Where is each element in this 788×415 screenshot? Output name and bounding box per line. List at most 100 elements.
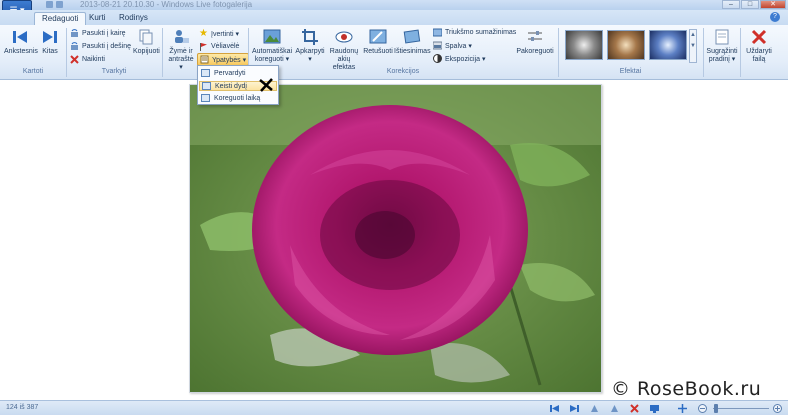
delete-icon[interactable]: [630, 404, 639, 413]
eye-icon: [335, 31, 353, 43]
copy-label: Kopijuoti: [133, 48, 160, 55]
zoom-slider-thumb[interactable]: [714, 404, 718, 413]
effect-preview-bw: [566, 31, 602, 59]
next-photo-icon[interactable]: [570, 404, 579, 413]
tag-caption-label-1: Žymė ir: [169, 48, 193, 55]
group-label-kartoti: Kartoti: [22, 68, 44, 75]
help-icon[interactable]: ?: [770, 12, 780, 22]
zoom-slider-track[interactable]: [713, 408, 769, 409]
watermark-text: © RoseBook.ru: [611, 378, 762, 400]
next-icon: [43, 31, 57, 43]
photo-rose: [189, 84, 602, 393]
close-window-button[interactable]: ✕: [760, 0, 786, 9]
effect-thumb-bw[interactable]: [565, 30, 603, 60]
group-separator: [703, 28, 704, 77]
auto-adjust-icon: [263, 29, 281, 44]
rotate-left-icon: [71, 29, 78, 37]
retouch-button[interactable]: Retušuoti: [363, 28, 393, 56]
noise-icon: [433, 28, 442, 37]
flag-button[interactable]: Vėliavėlė: [199, 42, 239, 51]
zoom-out-icon[interactable]: [698, 404, 707, 413]
close-icon: [751, 29, 767, 45]
crop-label-2: ▾: [308, 56, 312, 63]
noise-label: Triukšmo sumažinimas: [445, 29, 517, 36]
ribbon: Ankstesnis Kitas Kartoti Pasukti į kairę…: [0, 25, 788, 80]
ribbon-tabs: Redaguoti Kurti Rodinys ?: [0, 10, 788, 25]
undo-icon[interactable]: [46, 1, 53, 8]
auto-adjust-button[interactable]: Automatiškai koreguoti ▾: [251, 28, 293, 64]
group-label-efektai: Efektai: [619, 68, 642, 75]
rename-icon: [201, 69, 210, 77]
color-button[interactable]: Spalva ▾: [433, 41, 472, 50]
red-eye-label-1: Raudonų: [329, 48, 359, 55]
maximize-button[interactable]: □: [741, 0, 759, 9]
redo-icon[interactable]: [56, 1, 63, 8]
tab-kurti[interactable]: Kurti: [82, 12, 112, 25]
properties-label: Ypatybės ▾: [212, 56, 247, 64]
exposure-button[interactable]: Ekspozicija ▾: [433, 54, 485, 63]
color-label: Spalva ▾: [445, 42, 472, 50]
exposure-icon: [433, 54, 442, 63]
effect-thumb-cyan[interactable]: [649, 30, 687, 60]
copy-icon: [139, 29, 153, 45]
delete-icon: [70, 55, 79, 64]
color-icon: [433, 41, 442, 50]
title-bar: ☰ ▾ 2013-08-21 20.10.30 - Windows Live f…: [0, 0, 788, 20]
revert-label-2: pradinį ▾: [708, 56, 736, 63]
group-separator: [162, 28, 163, 77]
straighten-icon: [403, 29, 421, 44]
copy-button[interactable]: Kopijuoti: [133, 28, 160, 56]
close-file-button[interactable]: Uždaryti failą: [743, 28, 775, 64]
rate-button[interactable]: ★ Įvertinti ▾: [199, 28, 240, 39]
menu-item-rename[interactable]: Pervardyti: [201, 69, 246, 77]
group-label-korekcijos: Korekcijos: [386, 68, 420, 75]
tab-rodinys[interactable]: Rodinys: [112, 12, 155, 25]
rotate-right-icon: [71, 42, 78, 50]
zoom-in-icon[interactable]: [773, 404, 782, 413]
rotate-right-label: Pasukti į dešinę: [82, 43, 132, 50]
auto-adjust-label-1: Automatiškai: [251, 48, 293, 55]
people-tag-icon: [175, 30, 189, 43]
straighten-button[interactable]: Ištiesinimas: [394, 28, 431, 56]
tab-redaguoti[interactable]: Redaguoti: [34, 12, 87, 25]
next-label: Kitas: [42, 48, 58, 55]
fit-to-window-icon[interactable]: [678, 404, 687, 413]
next-button[interactable]: Kitas: [38, 28, 62, 56]
photo-position-text: 124 iš 387: [6, 404, 39, 411]
group-label-tvarkyti: Tvarkyti: [101, 68, 127, 75]
effect-thumb-sepia[interactable]: [607, 30, 645, 60]
rate-label: Įvertinti ▾: [211, 30, 240, 38]
crop-label-1: Apkarpyti: [295, 48, 325, 55]
revert-label-1: Sugrąžinti: [706, 48, 738, 55]
window-controls: – □ ✕: [722, 0, 786, 9]
sliders-icon: [528, 31, 542, 41]
minimize-button[interactable]: –: [722, 0, 740, 9]
tag-caption-button[interactable]: Žymė ir antraštė ▾: [166, 28, 196, 72]
fine-tune-button[interactable]: Pakoreguoti: [515, 28, 555, 56]
delete-button[interactable]: Naikinti: [70, 55, 105, 64]
crop-button[interactable]: Apkarpyti ▾: [295, 28, 325, 64]
previous-button[interactable]: Ankstesnis: [4, 28, 38, 56]
group-separator: [740, 28, 741, 77]
star-icon: ★: [199, 28, 208, 39]
properties-icon: [200, 55, 209, 64]
rotate-right-icon[interactable]: [610, 404, 619, 413]
effects-gallery-scroll[interactable]: ▲ ▼: [689, 29, 697, 63]
revert-button[interactable]: Sugrąžinti pradinį ▾: [706, 28, 738, 64]
rotate-left-icon[interactable]: [590, 404, 599, 413]
noise-reduction-button[interactable]: Triukšmo sumažinimas: [433, 28, 516, 37]
slideshow-icon[interactable]: [650, 404, 659, 413]
flag-icon: [200, 43, 207, 51]
adjust-time-icon: [201, 94, 210, 102]
menu-item-adjust-time-label: Koreguoti laiką: [214, 94, 261, 102]
exposure-label: Ekspozicija ▾: [445, 55, 486, 63]
rotate-right-button[interactable]: Pasukti į dešinę: [70, 42, 131, 51]
previous-photo-icon[interactable]: [550, 404, 559, 413]
red-eye-button[interactable]: Raudonų akių efektas: [326, 28, 362, 72]
rotate-left-label: Pasukti į kairę: [82, 30, 126, 37]
previous-icon: [13, 31, 27, 43]
window-title: 2013-08-21 20.10.30 - Windows Live fotog…: [80, 0, 253, 9]
rotate-left-button[interactable]: Pasukti į kairę: [70, 29, 126, 38]
menu-item-adjust-time[interactable]: Koreguoti laiką: [201, 94, 260, 102]
close-file-label-1: Uždaryti: [746, 48, 772, 55]
